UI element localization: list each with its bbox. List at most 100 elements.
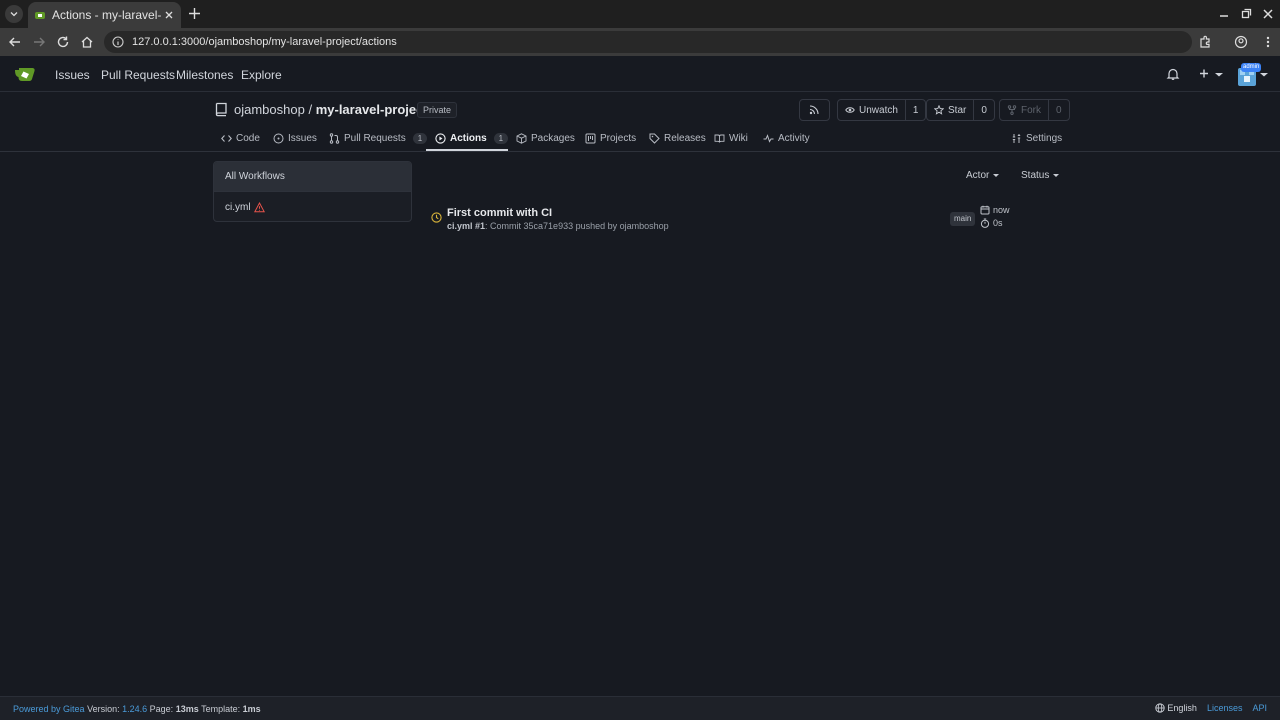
nav-milestones[interactable]: Milestones bbox=[176, 68, 233, 82]
chevron-down-icon[interactable] bbox=[1212, 67, 1226, 81]
status-filter-dropdown[interactable]: Status bbox=[1021, 170, 1060, 181]
version-label: Version: bbox=[87, 704, 120, 714]
minimize-icon[interactable] bbox=[1218, 8, 1230, 20]
tab-packages[interactable]: Packages bbox=[516, 130, 575, 146]
back-arrow-icon[interactable] bbox=[8, 35, 22, 49]
gitea-navbar: Issues Pull Requests Milestones Explore bbox=[0, 56, 1280, 92]
browser-tab-active[interactable]: Actions - my-laravel-project bbox=[28, 2, 181, 28]
calendar-icon bbox=[980, 205, 990, 215]
pull-request-icon bbox=[329, 132, 340, 144]
tag-icon bbox=[649, 133, 660, 144]
address-bar[interactable]: 127.0.0.1:3000/ojamboshop/my-laravel-pro… bbox=[104, 31, 1192, 53]
restore-icon[interactable] bbox=[1240, 8, 1252, 20]
unwatch-label: Unwatch bbox=[859, 104, 898, 116]
repo-separator: / bbox=[308, 102, 313, 117]
rss-segment[interactable] bbox=[800, 100, 828, 120]
actor-filter-dropdown[interactable]: Actor bbox=[966, 170, 1000, 181]
run-when: now bbox=[993, 205, 1010, 215]
run-title-link[interactable]: First commit with CI bbox=[447, 207, 552, 219]
watch-count-value: 1 bbox=[912, 104, 919, 116]
caret-down-icon bbox=[993, 174, 1000, 177]
tab-actions[interactable]: Actions 1 bbox=[435, 130, 509, 146]
tab-search-button[interactable] bbox=[5, 5, 23, 23]
tab-settings[interactable]: Settings bbox=[1011, 130, 1062, 146]
home-icon[interactable] bbox=[80, 35, 94, 49]
close-icon[interactable] bbox=[163, 9, 175, 21]
tab-releases-label: Releases bbox=[664, 132, 706, 144]
licenses-link[interactable]: Licenses bbox=[1207, 703, 1243, 713]
admin-badge: admin bbox=[1241, 63, 1262, 72]
tab-settings-label: Settings bbox=[1026, 132, 1063, 144]
repo-tabs: Code Issues Pull Requests 1 Actions 1 Pa… bbox=[0, 124, 1280, 152]
actor-filter-label: Actor bbox=[966, 170, 990, 181]
tab-releases[interactable]: Releases bbox=[649, 130, 706, 146]
tab-pull-requests[interactable]: Pull Requests 1 bbox=[329, 130, 428, 146]
nav-issues[interactable]: Issues bbox=[55, 68, 90, 82]
extensions-icon[interactable] bbox=[1198, 35, 1212, 49]
powered-by-link[interactable]: Powered by Gitea bbox=[13, 704, 85, 714]
fork-count-value: 0 bbox=[1056, 104, 1062, 116]
tab-pull-requests-label: Pull Requests bbox=[344, 132, 406, 144]
tab-issues[interactable]: Issues bbox=[273, 130, 317, 146]
api-link[interactable]: API bbox=[1252, 703, 1267, 713]
browser-tab-title: Actions - my-laravel-project bbox=[52, 8, 162, 22]
forward-arrow-icon[interactable] bbox=[32, 35, 46, 49]
star-label: Star bbox=[948, 104, 967, 116]
gitea-favicon-icon bbox=[35, 12, 45, 19]
browser-menu-icon[interactable] bbox=[1261, 35, 1275, 49]
star-count-value: 0 bbox=[981, 104, 987, 116]
bell-icon[interactable] bbox=[1166, 67, 1180, 81]
template-time: 1ms bbox=[242, 704, 261, 714]
nav-pull-requests[interactable]: Pull Requests bbox=[101, 68, 175, 82]
window-close-icon[interactable] bbox=[1262, 8, 1274, 20]
nav-explore[interactable]: Explore bbox=[241, 68, 282, 82]
footer-left: Powered by Gitea Version: 1.24.6 Page: 1… bbox=[13, 704, 261, 714]
new-tab-icon[interactable] bbox=[188, 7, 201, 20]
language-label: English bbox=[1167, 703, 1197, 713]
version-link[interactable]: 1.24.6 bbox=[122, 704, 147, 714]
gitea-logo-icon[interactable] bbox=[14, 65, 36, 83]
fork-count[interactable]: 0 bbox=[1048, 100, 1069, 120]
footer-right: English Licenses API bbox=[1155, 703, 1267, 713]
status-filter-label: Status bbox=[1021, 170, 1050, 181]
star-button-group: Star 0 bbox=[926, 99, 995, 121]
branch-label[interactable]: main bbox=[950, 212, 976, 226]
site-info-icon[interactable] bbox=[112, 36, 124, 48]
fork-button-group: Fork 0 bbox=[999, 99, 1070, 121]
fork-button[interactable]: Fork bbox=[1000, 100, 1048, 120]
watch-count[interactable]: 1 bbox=[904, 100, 926, 120]
repo-owner-link[interactable]: ojamboshop bbox=[234, 102, 305, 117]
workflow-item[interactable]: ci.yml bbox=[214, 192, 411, 221]
tab-code-label: Code bbox=[236, 132, 260, 144]
tab-code[interactable]: Code bbox=[221, 130, 260, 146]
plus-icon[interactable] bbox=[1198, 67, 1212, 81]
active-tab-indicator bbox=[426, 149, 508, 151]
chevron-down-icon bbox=[10, 12, 18, 17]
actions-count: 1 bbox=[493, 132, 509, 144]
unwatch-button[interactable]: Unwatch bbox=[838, 100, 905, 120]
run-detail: : Commit 35ca71e933 pushed by ojamboshop bbox=[485, 221, 669, 231]
page-label: Page: bbox=[149, 704, 174, 714]
star-button[interactable]: Star bbox=[927, 100, 973, 120]
run-duration: 0s bbox=[993, 218, 1003, 228]
tab-projects[interactable]: Projects bbox=[585, 130, 636, 146]
package-icon bbox=[516, 132, 527, 144]
rss-button[interactable] bbox=[799, 99, 830, 121]
book-icon bbox=[714, 134, 725, 143]
language-selector[interactable]: English bbox=[1155, 703, 1197, 713]
repo-name-link[interactable]: my-laravel-project bbox=[316, 102, 428, 117]
workflow-all[interactable]: All Workflows bbox=[214, 162, 411, 192]
tab-activity[interactable]: Activity bbox=[763, 130, 810, 146]
tab-wiki[interactable]: Wiki bbox=[714, 130, 748, 146]
profile-icon[interactable] bbox=[1234, 35, 1248, 49]
browser-tabstrip: Actions - my-laravel-project bbox=[0, 0, 1280, 28]
tab-activity-label: Activity bbox=[778, 132, 810, 144]
url-text: 127.0.0.1:3000/ojamboshop/my-laravel-pro… bbox=[132, 36, 397, 48]
reload-icon[interactable] bbox=[56, 35, 70, 49]
tab-packages-label: Packages bbox=[531, 132, 575, 144]
private-badge: Private bbox=[417, 102, 458, 118]
star-count[interactable]: 0 bbox=[973, 100, 994, 120]
tab-projects-label: Projects bbox=[600, 132, 637, 144]
tools-icon bbox=[1012, 133, 1021, 143]
tab-issues-label: Issues bbox=[288, 132, 317, 144]
